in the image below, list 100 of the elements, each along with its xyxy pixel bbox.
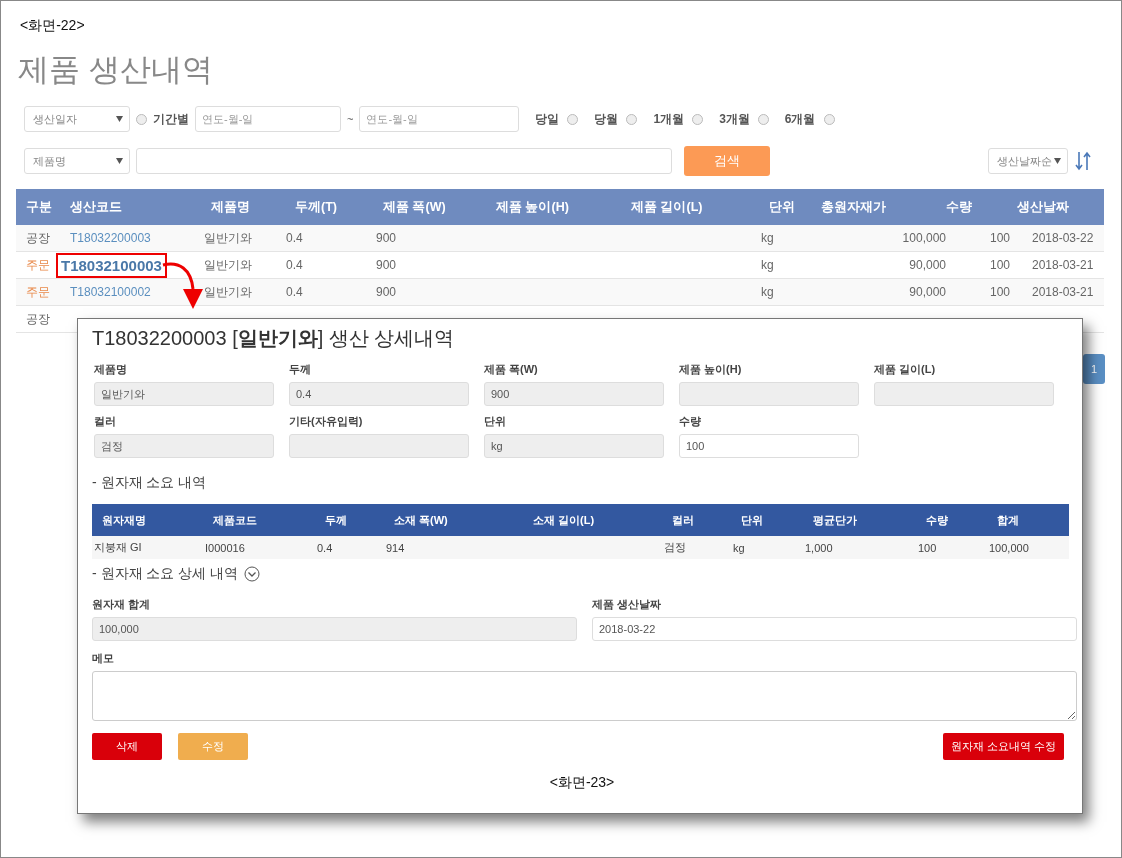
radio-button[interactable] bbox=[567, 113, 579, 125]
table-cell-text: 90,000 bbox=[908, 285, 946, 299]
memo-field[interactable] bbox=[92, 671, 1077, 721]
field-label: 제품 생산날짜 bbox=[592, 597, 663, 612]
page-button[interactable]: 1 bbox=[1083, 354, 1105, 384]
dialog-title: T18032200003 [일반기와] 생산 상세내역 bbox=[92, 326, 456, 351]
caret-icon bbox=[116, 116, 123, 122]
column-header: 두께 bbox=[324, 512, 348, 528]
field-label: 기타(자유입력) bbox=[289, 414, 364, 429]
table-cell-text: 900 bbox=[376, 258, 398, 272]
field-label: 메모 bbox=[92, 651, 115, 666]
field-label: 제품명 bbox=[94, 362, 128, 377]
column-header: 컬러 bbox=[671, 512, 695, 528]
table-cell-text: 일반기와 bbox=[204, 283, 253, 301]
radio-label: 3개월 bbox=[719, 110, 750, 128]
sort-select[interactable]: 생산날짜순 bbox=[988, 148, 1068, 174]
table-cell-text: 일반기와 bbox=[204, 229, 253, 247]
table-cell-text: 900 bbox=[376, 285, 398, 299]
column-header: 생산날짜 bbox=[1016, 198, 1070, 216]
radio-button[interactable] bbox=[757, 113, 769, 125]
table-row[interactable]: 공장 T18032200003 일반기와 0.4 900 kg 100,000 100 2018-03-22 bbox=[16, 225, 1104, 252]
production-code-link[interactable]: T18032100002 bbox=[70, 285, 151, 299]
date-type-select[interactable]: 생산일자 bbox=[24, 106, 130, 132]
expand-icon[interactable] bbox=[244, 566, 261, 582]
table-cell-text: 914 bbox=[386, 541, 406, 554]
production-code-link[interactable]: T18032100003 bbox=[56, 252, 167, 278]
radio-label: 1개월 bbox=[653, 110, 685, 128]
field-label: 원자재 합계 bbox=[92, 597, 152, 612]
table-cell-text: 2018-03-22 bbox=[1031, 231, 1095, 245]
table-cell-text: 공장 bbox=[26, 229, 51, 247]
table-cell-text: 주문 bbox=[26, 283, 51, 301]
table-cell-text: 0.4 bbox=[286, 285, 304, 299]
table-cell-text: 100 bbox=[988, 285, 1010, 299]
table-cell-text: 검정 bbox=[664, 540, 687, 555]
table-cell-text: I000016 bbox=[205, 541, 246, 554]
column-header: 구분 bbox=[26, 198, 53, 216]
table-row[interactable]: 주문 T18032100003 일반기와 0.4 900 kg 90,000 100 2018-03-21 bbox=[16, 252, 1104, 279]
table-cell-text: 100 bbox=[988, 258, 1010, 272]
action-button[interactable]: 원자재 소요내역 수정 bbox=[942, 733, 1064, 760]
field-label: 수량 bbox=[679, 414, 702, 429]
column-header: 단위 bbox=[740, 512, 764, 528]
field-label: 제품 폭(W) bbox=[484, 362, 539, 377]
search-field[interactable] bbox=[136, 148, 672, 174]
date-from-field[interactable]: 연도-월-일 bbox=[195, 106, 341, 132]
screen-caption: <화면-23> bbox=[548, 774, 616, 792]
column-header: 수량 bbox=[925, 512, 949, 528]
table-cell-text: kg bbox=[761, 231, 775, 245]
column-header: 제품코드 bbox=[212, 512, 258, 528]
input-field[interactable]: 2018-03-22 bbox=[592, 617, 1077, 641]
table-cell-text: 0.4 bbox=[286, 258, 304, 272]
sort-icon[interactable] bbox=[1074, 150, 1092, 172]
radio-button[interactable] bbox=[136, 113, 147, 125]
caret-icon bbox=[116, 158, 123, 164]
table-cell-text: kg bbox=[761, 258, 775, 272]
field-select[interactable]: 제품명 bbox=[24, 148, 130, 174]
table-cell-text: 공장 bbox=[26, 310, 51, 328]
table-cell-text: kg bbox=[761, 285, 775, 299]
field-label: 제품 길이(L) bbox=[874, 362, 937, 377]
column-header: 두께(T) bbox=[294, 198, 338, 216]
table-cell-text: 2018-03-21 bbox=[1031, 258, 1095, 272]
radio-button[interactable] bbox=[692, 113, 704, 125]
radio-button[interactable] bbox=[626, 113, 638, 125]
column-header: 제품 폭(W) bbox=[382, 198, 447, 216]
radio-label: 6개월 bbox=[784, 110, 816, 128]
caret-icon bbox=[1054, 158, 1061, 164]
field-label: 컬러 bbox=[94, 414, 117, 429]
table-cell-text: 일반기와 bbox=[204, 256, 253, 274]
page-title: 제품 생산내역 bbox=[18, 51, 214, 89]
range-separator: ~ bbox=[347, 113, 354, 125]
section-heading: - 원자재 소요 내역 bbox=[92, 474, 207, 492]
table-cell-text: 100 bbox=[988, 231, 1010, 245]
column-header: 생산코드 bbox=[70, 198, 123, 216]
column-header: 제품 높이(H) bbox=[496, 198, 570, 216]
radio-label: 당일 bbox=[535, 110, 560, 128]
column-header: 수량 bbox=[946, 198, 973, 216]
column-header: 평균단가 bbox=[812, 512, 858, 528]
radio-label: 당월 bbox=[594, 110, 619, 128]
table-row[interactable]: 주문 T18032100002 일반기와 0.4 900 kg 90,000 100 2018-03-21 bbox=[16, 279, 1104, 306]
input-field[interactable]: 100 bbox=[679, 434, 859, 458]
table-cell-text: 900 bbox=[376, 231, 398, 245]
table-cell-text: 2018-03-21 bbox=[1031, 285, 1095, 299]
table-cell-text: 지붕재 GI bbox=[94, 540, 143, 555]
screen-caption: <화면-22> bbox=[20, 17, 86, 35]
column-header: 소재 폭(W) bbox=[393, 512, 449, 528]
table-cell-text: 100 bbox=[918, 541, 938, 554]
radio-label: 기간별 bbox=[153, 110, 189, 128]
table-cell-text: 1,000 bbox=[805, 541, 834, 554]
production-code-link[interactable]: T18032200003 bbox=[70, 231, 151, 245]
column-header: 소재 길이(L) bbox=[532, 512, 596, 528]
column-header: 단위 bbox=[768, 198, 796, 216]
section-heading: - 원자재 소요 상세 내역 bbox=[92, 565, 239, 583]
action-button[interactable]: 삭제 bbox=[92, 733, 162, 760]
table-cell-text: 100,000 bbox=[989, 541, 1030, 554]
column-header: 제품 길이(L) bbox=[631, 198, 704, 216]
table-cell-text: 0.4 bbox=[317, 541, 334, 554]
table-cell-text: 0.4 bbox=[286, 231, 304, 245]
table-cell-text: 100,000 bbox=[901, 231, 946, 245]
radio-button[interactable] bbox=[823, 113, 835, 125]
date-to-field[interactable]: 연도-월-일 bbox=[359, 106, 520, 132]
column-header: 제품명 bbox=[210, 198, 251, 216]
